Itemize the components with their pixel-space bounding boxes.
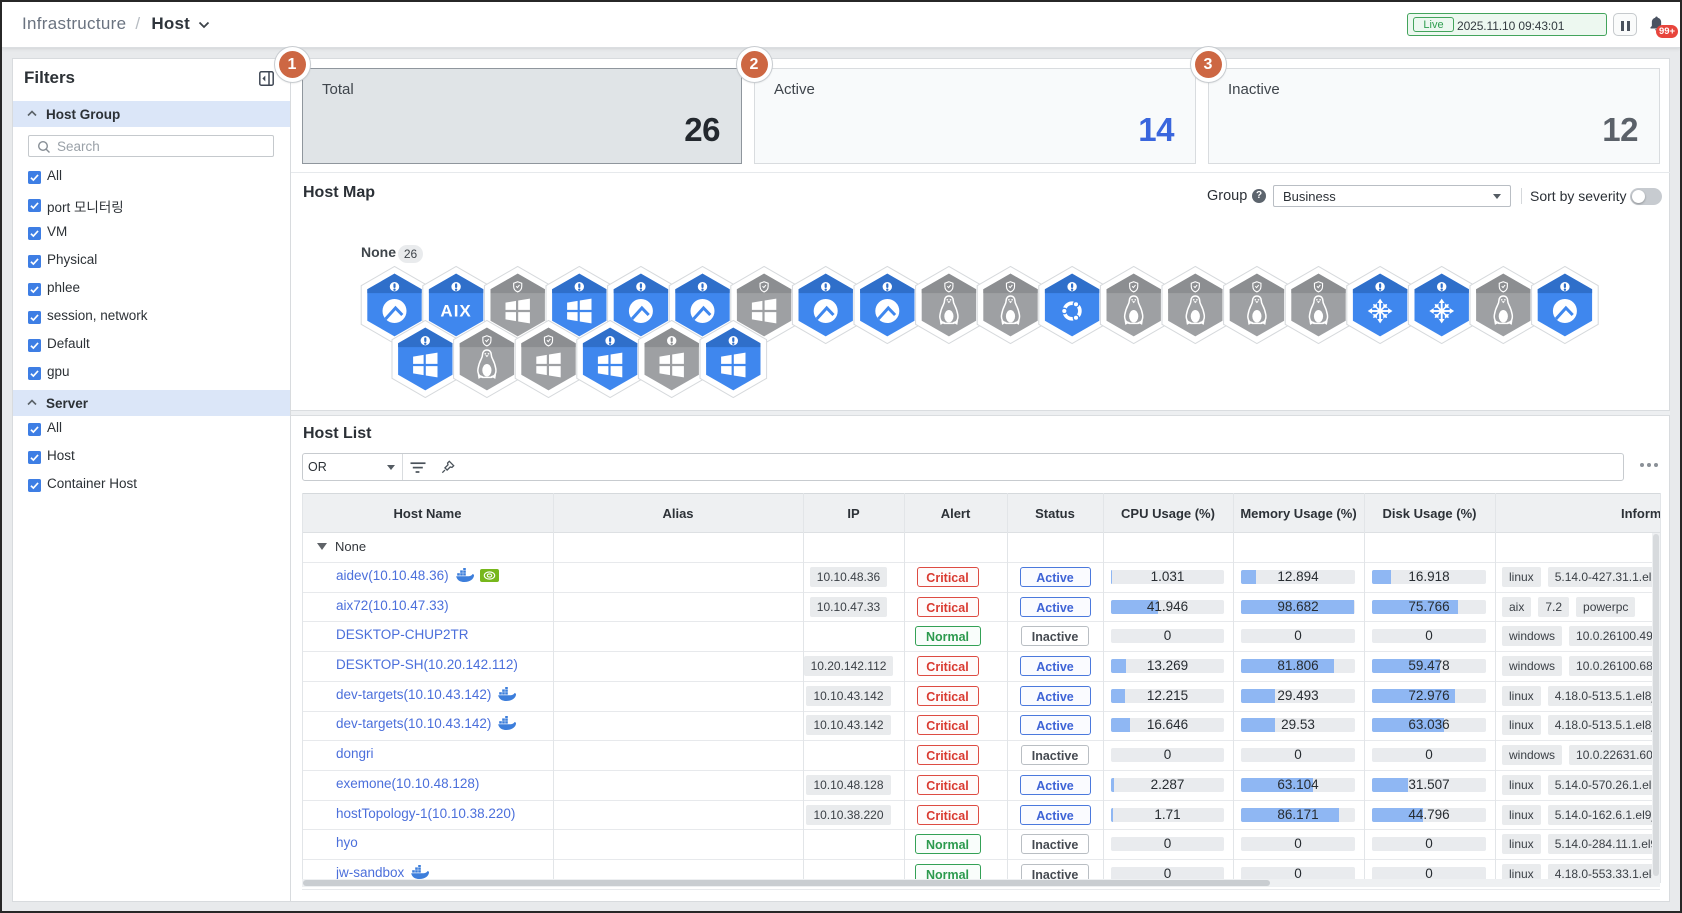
svg-text:AIX: AIX (440, 302, 471, 321)
